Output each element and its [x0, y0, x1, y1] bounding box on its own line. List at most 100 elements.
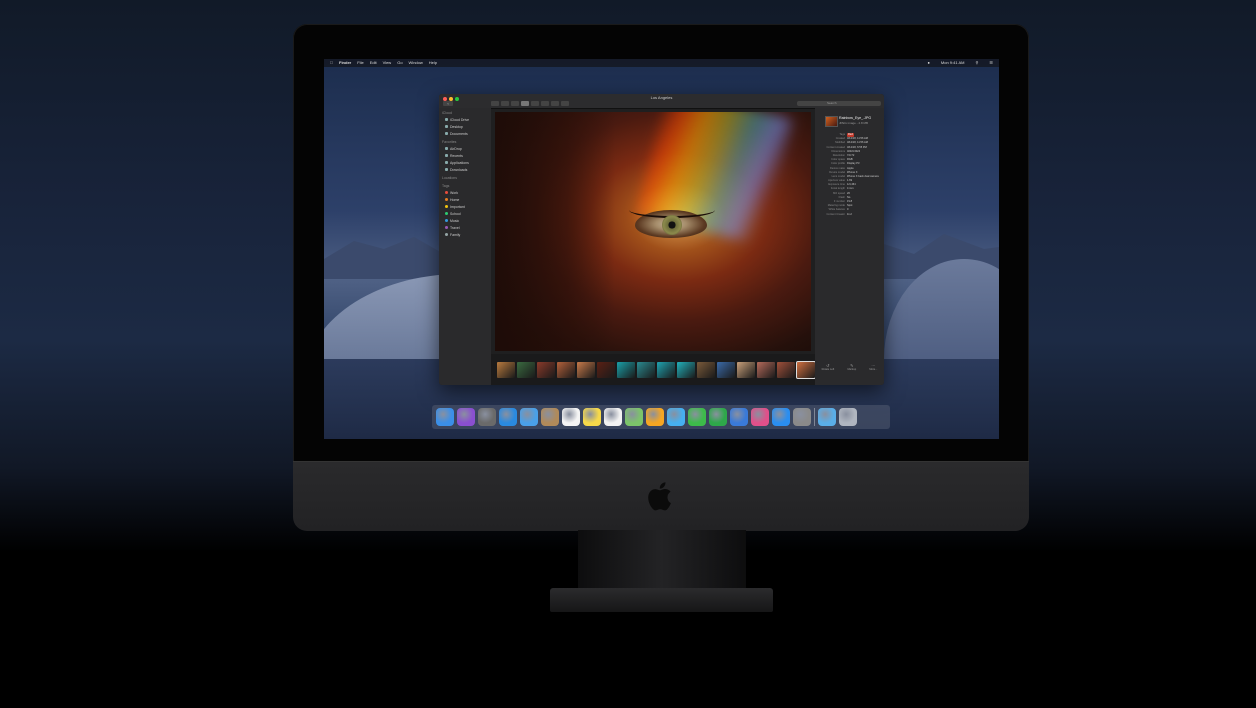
launchpad-icon[interactable] — [478, 408, 496, 426]
sidebar-tag-school[interactable]: School — [439, 210, 491, 217]
filmstrip-thumbnail[interactable] — [677, 361, 695, 378]
reminders-icon[interactable] — [604, 408, 622, 426]
spotlight-icon[interactable]: ⚲ — [975, 59, 978, 67]
preview-pane: Rainbow_Eye_.JPG JPEG image - 2.8 MB Tag… — [815, 108, 884, 385]
sidebar-header: iCloud — [442, 111, 452, 115]
sidebar-item-airdrop[interactable]: AirDrop — [439, 145, 491, 152]
apple-logo-icon — [648, 482, 671, 511]
tag-button[interactable] — [561, 101, 569, 106]
sidebar-item-recents[interactable]: Recents — [439, 152, 491, 159]
filmstrip-thumbnail[interactable] — [697, 361, 715, 378]
filmstrip-thumbnail[interactable] — [577, 361, 595, 378]
document-icon — [445, 132, 448, 135]
filmstrip-thumbnail[interactable] — [597, 361, 615, 378]
sidebar-tag-home[interactable]: Home — [439, 196, 491, 203]
group-button[interactable] — [531, 101, 539, 106]
filmstrip-thumbnail[interactable] — [537, 361, 555, 378]
menu-view[interactable]: View — [383, 59, 392, 67]
back-button[interactable]: ‹ — [443, 101, 453, 106]
numbers-icon[interactable] — [709, 408, 727, 426]
keynote-icon[interactable] — [730, 408, 748, 426]
clock-icon — [445, 154, 448, 157]
imac:  Finder File Edit View Go Window Help ●… — [293, 24, 1029, 531]
sidebar-tag-work[interactable]: Work — [439, 189, 491, 196]
filmstrip-thumbnail[interactable] — [757, 361, 775, 378]
finder-icon[interactable] — [436, 408, 454, 426]
sidebar-item-applications[interactable]: Applications — [439, 159, 491, 166]
menu-file[interactable]: File — [357, 59, 363, 67]
view-icon-button[interactable] — [491, 101, 499, 106]
notes-icon[interactable] — [583, 408, 601, 426]
action-button[interactable] — [541, 101, 549, 106]
filmstrip-thumbnail[interactable] — [737, 361, 755, 378]
sidebar-header: Locations — [442, 176, 457, 180]
filmstrip-thumbnail[interactable] — [796, 360, 816, 379]
itunes-icon[interactable] — [751, 408, 769, 426]
search-input[interactable]: Search — [797, 101, 881, 106]
view-gallery-button[interactable] — [521, 101, 529, 106]
metadata-list: Tags Red Created 3/12/18, 11:56 AM Modified 3… — [817, 133, 883, 217]
eye — [629, 210, 715, 238]
toolbar — [491, 101, 569, 106]
metadata-value: 11.2 — [847, 212, 852, 216]
trash-icon[interactable] — [839, 408, 857, 426]
apple-menu-icon[interactable]:  — [330, 59, 333, 67]
maps-icon[interactable] — [625, 408, 643, 426]
sidebar-tag-family[interactable]: Family — [439, 231, 491, 238]
tag-dot-icon — [445, 198, 448, 201]
sidebar-item-icloud-drive[interactable]: iCloud Drive — [439, 116, 491, 123]
filmstrip-thumbnail[interactable] — [517, 361, 535, 378]
menu-clock[interactable]: Mon 9:41 AM — [941, 59, 965, 67]
notification-center-icon[interactable]: ☰ — [989, 59, 993, 67]
view-list-button[interactable] — [501, 101, 509, 106]
imac-chin — [293, 461, 1029, 531]
sidebar-item-documents[interactable]: Documents — [439, 130, 491, 137]
calendar-icon[interactable] — [562, 408, 580, 426]
markup-button[interactable]: ✎ Markup — [847, 363, 856, 371]
desktop-icon — [445, 125, 448, 128]
facetime-icon[interactable] — [688, 408, 706, 426]
applications-icon — [445, 161, 448, 164]
gallery-preview-image[interactable] — [495, 112, 811, 351]
more-button[interactable]: ⋯ More... — [869, 363, 877, 371]
menu-help[interactable]: Help — [429, 59, 437, 67]
filmstrip-thumbnail[interactable] — [717, 361, 735, 378]
filmstrip-thumbnail[interactable] — [657, 361, 675, 378]
menu-go[interactable]: Go — [397, 59, 402, 67]
sidebar-item-desktop[interactable]: Desktop — [439, 123, 491, 130]
app-store-icon[interactable] — [772, 408, 790, 426]
gallery-filmstrip — [491, 354, 816, 385]
sidebar-item-downloads[interactable]: Downloads — [439, 166, 491, 173]
menu-window[interactable]: Window — [409, 59, 423, 67]
filmstrip-thumbnail[interactable] — [637, 361, 655, 378]
download-icon — [445, 168, 448, 171]
sidebar-tag-important[interactable]: Important — [439, 203, 491, 210]
menu-edit[interactable]: Edit — [370, 59, 377, 67]
filmstrip-thumbnail[interactable] — [617, 361, 635, 378]
system-preferences-icon[interactable] — [793, 408, 811, 426]
tag-dot-icon — [445, 205, 448, 208]
siri-icon[interactable] — [457, 408, 475, 426]
menu-app-name[interactable]: Finder — [339, 59, 351, 67]
sidebar-tag-music[interactable]: Music — [439, 217, 491, 224]
view-column-button[interactable] — [511, 101, 519, 106]
hair-shadow — [495, 112, 615, 351]
sidebar-tag-travel[interactable]: Travel — [439, 224, 491, 231]
tag-dot-icon — [445, 212, 448, 215]
filmstrip-thumbnail[interactable] — [557, 361, 575, 378]
photos-icon[interactable] — [646, 408, 664, 426]
file-kind: JPEG image - 2.8 MB — [839, 121, 869, 125]
mail-icon[interactable] — [520, 408, 538, 426]
wifi-icon[interactable]: ● — [927, 59, 929, 67]
messages-icon[interactable] — [667, 408, 685, 426]
rotate-left-button[interactable]: ↺ Rotate Left — [822, 363, 835, 371]
filmstrip-thumbnail[interactable] — [497, 361, 515, 378]
desktop-screen:  Finder File Edit View Go Window Help ●… — [324, 59, 999, 439]
safari-icon[interactable] — [499, 408, 517, 426]
downloads-folder-icon[interactable] — [818, 408, 836, 426]
filmstrip-thumbnail[interactable] — [777, 361, 795, 378]
share-button[interactable] — [551, 101, 559, 106]
dock-separator — [814, 408, 815, 426]
iris — [662, 215, 682, 235]
contacts-icon[interactable] — [541, 408, 559, 426]
